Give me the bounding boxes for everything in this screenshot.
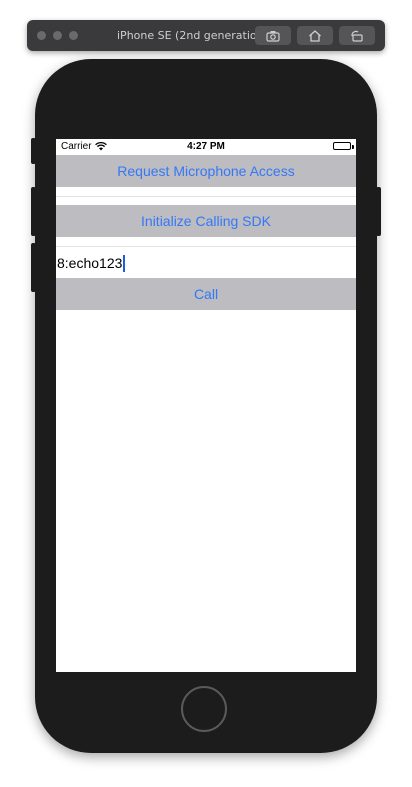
simulator-toolbar: iPhone SE (2nd generation) (13... [27, 20, 385, 51]
initialize-sdk-button[interactable]: Initialize Calling SDK [56, 205, 356, 237]
mute-switch[interactable] [31, 138, 36, 164]
callee-input-value: 8:echo123 [57, 255, 123, 271]
power-button[interactable] [376, 187, 381, 236]
call-button-label: Call [193, 286, 219, 302]
device-screen: Carrier 4:27 PM Request Microphone Acces… [56, 139, 356, 672]
screenshot-button[interactable] [255, 26, 291, 45]
divider [56, 246, 356, 247]
home-toolbar-button[interactable] [297, 26, 333, 45]
call-button[interactable]: Call [56, 278, 356, 310]
volume-up-button[interactable] [31, 187, 36, 236]
status-time: 4:27 PM [187, 141, 225, 152]
initialize-sdk-label: Initialize Calling SDK [141, 213, 271, 229]
home-icon [309, 29, 321, 42]
status-bar: Carrier 4:27 PM [56, 139, 356, 155]
rotate-icon [351, 30, 363, 42]
simulator-title: iPhone SE (2nd generation) (13... [117, 29, 277, 42]
text-cursor [123, 254, 126, 272]
volume-down-button[interactable] [31, 243, 36, 292]
home-button[interactable] [181, 686, 227, 732]
callee-input[interactable]: 8:echo123 [56, 249, 356, 277]
zoom-window-button[interactable] [69, 31, 78, 40]
request-microphone-label: Request Microphone Access [117, 163, 295, 179]
battery-icon [333, 142, 351, 150]
minimize-window-button[interactable] [53, 31, 62, 40]
rotate-button[interactable] [339, 26, 375, 45]
divider [56, 196, 356, 197]
close-window-button[interactable] [37, 31, 46, 40]
camera-icon [266, 30, 280, 42]
battery-tip [352, 145, 354, 149]
request-microphone-button[interactable]: Request Microphone Access [56, 155, 356, 187]
